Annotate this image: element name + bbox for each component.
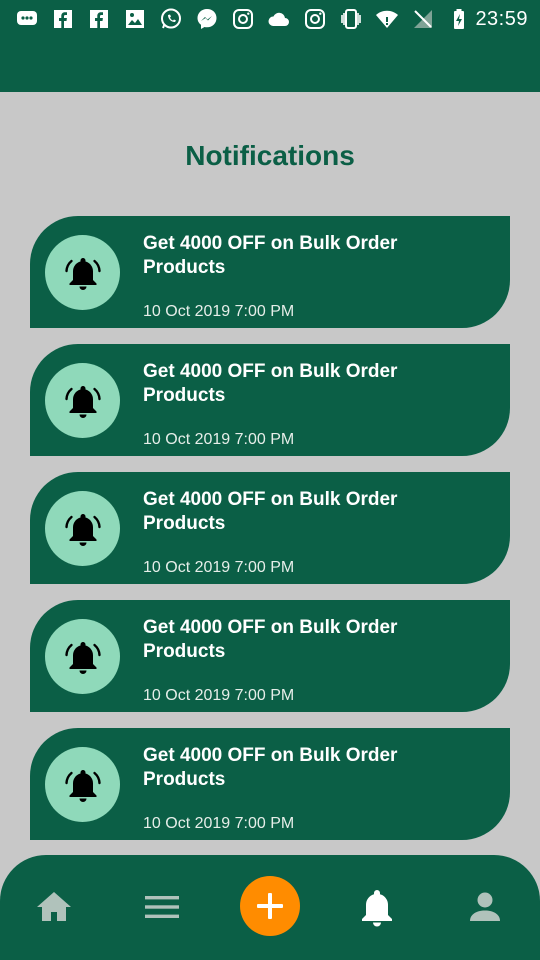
message-icon xyxy=(14,6,40,32)
instagram-icon xyxy=(230,6,256,32)
notification-time: 10 Oct 2019 7:00 PM xyxy=(143,815,295,832)
bell-icon-circle xyxy=(45,235,120,310)
menu-icon xyxy=(145,896,179,918)
vibrate-icon xyxy=(338,6,364,32)
notifications-screen: 23:59 Notifications Get 4000 OFF on Bulk… xyxy=(0,0,540,960)
notification-item[interactable]: Get 4000 OFF on Bulk Order Products 10 O… xyxy=(30,472,510,584)
notification-title: Get 4000 OFF on Bulk Order Products xyxy=(143,489,398,534)
page-title: Notifications xyxy=(185,140,355,171)
notification-item[interactable]: Get 4000 OFF on Bulk Order Products 10 O… xyxy=(30,600,510,712)
home-icon xyxy=(37,892,71,921)
notification-item[interactable]: Get 4000 OFF on Bulk Order Products 10 O… xyxy=(30,216,510,328)
bell-icon-circle xyxy=(45,747,120,822)
notification-time: 10 Oct 2019 7:00 PM xyxy=(143,687,295,704)
bell-icon xyxy=(64,513,101,546)
no-signal-icon xyxy=(410,6,436,32)
whatsapp-icon xyxy=(158,6,184,32)
instagram-icon xyxy=(302,6,328,32)
notification-time: 10 Oct 2019 7:00 PM xyxy=(143,431,295,448)
status-icons xyxy=(14,6,475,32)
gallery-icon xyxy=(122,6,148,32)
app-bar xyxy=(0,38,540,92)
facebook-icon xyxy=(86,6,112,32)
notification-title: Get 4000 OFF on Bulk Order Products xyxy=(143,617,398,662)
messenger-icon xyxy=(194,6,220,32)
bell-icon xyxy=(64,769,101,802)
bell-icon xyxy=(362,890,392,927)
notification-time: 10 Oct 2019 7:00 PM xyxy=(143,303,295,320)
wifi-icon xyxy=(374,6,400,32)
nav-menu-button[interactable] xyxy=(132,877,192,937)
notification-title: Get 4000 OFF on Bulk Order Products xyxy=(143,361,398,406)
bell-icon-circle xyxy=(45,619,120,694)
nav-home-button[interactable] xyxy=(24,877,84,937)
notification-item[interactable]: Get 4000 OFF on Bulk Order Products 10 O… xyxy=(30,344,510,456)
status-time: 23:59 xyxy=(475,7,528,30)
notification-title: Get 4000 OFF on Bulk Order Products xyxy=(143,233,398,278)
notification-list: Get 4000 OFF on Bulk Order Products 10 O… xyxy=(30,216,510,856)
bell-icon-circle xyxy=(45,491,120,566)
bell-icon xyxy=(64,641,101,674)
facebook-icon xyxy=(50,6,76,32)
bell-icon-circle xyxy=(45,363,120,438)
profile-icon xyxy=(470,892,500,921)
bell-icon xyxy=(64,385,101,418)
status-bar: 23:59 xyxy=(0,0,540,38)
bell-icon xyxy=(64,257,101,290)
nav-profile-button[interactable] xyxy=(455,877,515,937)
add-button[interactable] xyxy=(240,876,300,936)
bottom-nav xyxy=(0,855,540,960)
notification-item[interactable]: Get 4000 OFF on Bulk Order Products 10 O… xyxy=(30,728,510,840)
nav-notifications-button[interactable] xyxy=(347,877,407,937)
notification-title: Get 4000 OFF on Bulk Order Products xyxy=(143,745,398,790)
add-icon xyxy=(257,893,283,919)
cloud-icon xyxy=(266,6,292,32)
battery-charging-icon xyxy=(446,6,472,32)
notification-time: 10 Oct 2019 7:00 PM xyxy=(143,559,295,576)
